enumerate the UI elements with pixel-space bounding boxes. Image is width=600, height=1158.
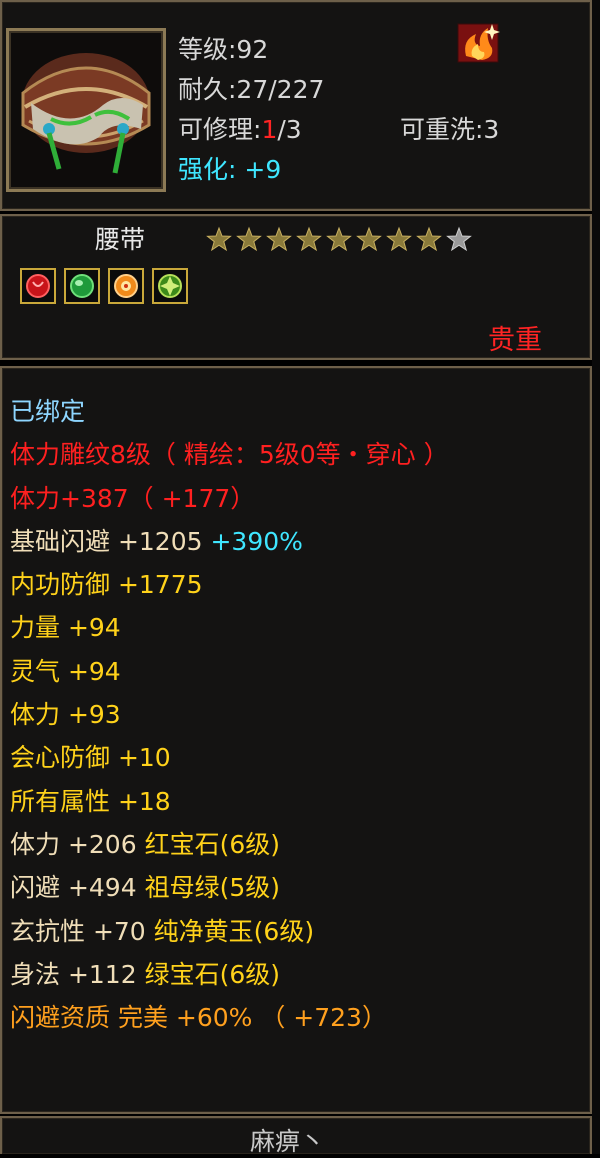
attribute-text: 闪避 +494 [10,873,145,903]
attribute-line: 力量 +94 [10,606,449,649]
enhance-label: 强化: [178,155,237,184]
attribute-line: 体力+387（ +177） [10,477,449,520]
attribute-text: 已绑定 [10,397,86,426]
repair-count: 可修理:1/3 [178,110,302,146]
star-filled-icon [356,226,382,252]
repair-label: 可修理: [178,115,262,144]
star-filled-icon [206,226,232,252]
attribute-text: 祖母绿(5级) [144,873,280,903]
orange-gem-icon [108,268,144,304]
star-filled-icon [236,226,262,252]
star-filled-icon [416,226,442,252]
attribute-line: 体力 +206 红宝石(6级) [10,823,449,866]
attribute-line: 体力雕纹8级（ 精绘：5级0等・穿心 ） [10,433,449,476]
star-empty-icon [446,226,472,252]
star-filled-icon [296,226,322,252]
repair-total: /3 [277,115,302,144]
attribute-text: 红宝石(6级) [144,829,280,859]
attribute-text: 体力 +93 [10,700,121,730]
attribute-line: 内功防御 +1775 [10,563,449,606]
star-filled-icon [386,226,412,252]
attribute-text: 力量 +94 [10,613,121,643]
attribute-text: 纯净黄玉(6级) [153,916,315,946]
enhance-value: +9 [244,155,282,184]
attribute-text: 身法 +112 [10,959,145,989]
item-durability: 耐久:27/227 [178,75,325,104]
rewash-count: 可重洗:3 [400,115,500,144]
attribute-text: 灵气 +94 [10,656,121,686]
footer-text: 麻痹丶 [250,1127,326,1156]
attribute-text: 闪避资质 完美 +60% （ +723） [10,1003,387,1033]
item-portrait [6,28,166,192]
star-filled-icon [326,226,352,252]
attribute-text: 内功防御 +1775 [10,570,203,600]
attribute-line: 会心防御 +10 [10,736,449,779]
green-jade-icon [64,268,100,304]
attribute-text: 所有属性 +18 [10,786,171,816]
item-name: 腰带 [95,225,146,254]
attribute-text: 绿宝石(6级) [144,959,280,989]
repair-current: 1 [261,115,278,144]
star-filled-icon [266,226,292,252]
attribute-line: 闪避 +494 祖母绿(5级) [10,866,449,909]
fire-badge-icon [457,23,500,63]
gem-slots [20,268,188,304]
attribute-text: 会心防御 +10 [10,743,171,773]
red-gem-icon [20,268,56,304]
attribute-line: 闪避资质 完美 +60% （ +723） [10,996,449,1039]
attribute-line: 玄抗性 +70 纯净黄玉(6级) [10,910,449,953]
attribute-line: 所有属性 +18 [10,780,449,823]
attribute-line: 体力 +93 [10,693,449,736]
attribute-line: 已绑定 [10,390,449,433]
attribute-text: 玄抗性 +70 [10,916,154,946]
attribute-text: 基础闪避 +1205 [10,526,211,556]
star-rating [206,226,472,252]
belt-icon [11,33,161,187]
attribute-text: 体力 +206 [10,829,145,859]
attribute-line: 基础闪避 +1205 +390% [10,520,449,563]
scrollbar[interactable] [592,0,600,1154]
attribute-list: 已绑定体力雕纹8级（ 精绘：5级0等・穿心 ） 体力+387（ +177） 基础闪避… [10,390,449,1039]
attribute-text: 体力雕纹8级（ 精绘：5级0等・穿心 ） [10,440,449,470]
enhance-level: 强化: +9 [178,150,281,186]
green-gem-icon [152,268,188,304]
attribute-text: +390% [210,526,303,556]
quality-label: 贵重 [488,325,542,356]
attribute-text: 体力+387（ +177） [10,483,256,513]
item-level: 等级:92 [178,35,269,64]
attribute-line: 灵气 +94 [10,650,449,693]
attribute-line: 身法 +112 绿宝石(6级) [10,953,449,996]
